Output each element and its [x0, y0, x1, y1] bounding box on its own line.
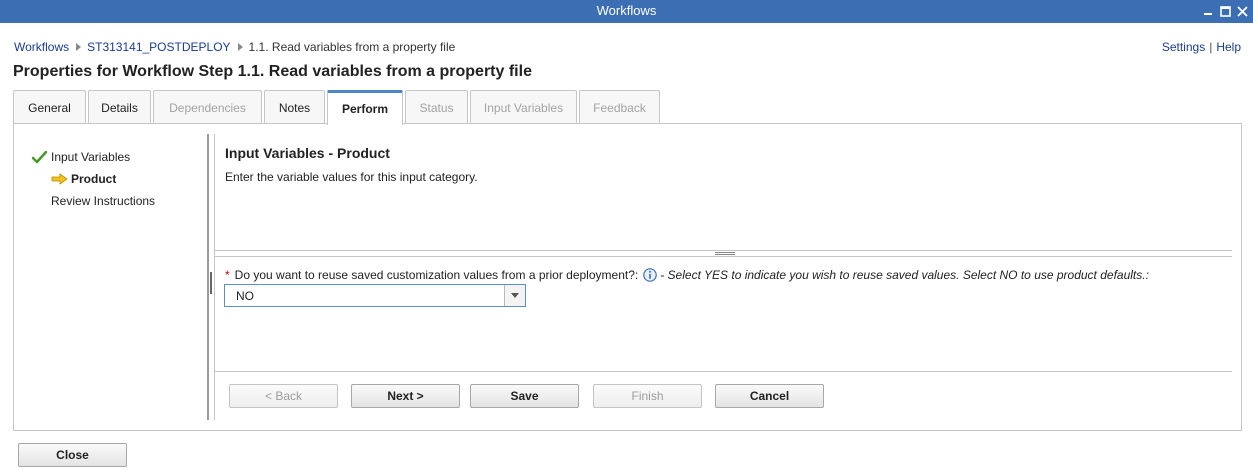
checkmark-icon	[30, 150, 48, 164]
tab-notes[interactable]: Notes	[264, 90, 325, 124]
link-separator: |	[1209, 40, 1213, 54]
back-button: < Back	[229, 384, 338, 408]
window-controls	[1201, 2, 1249, 20]
step-label: Review Instructions	[51, 194, 156, 208]
section-title: Input Variables - Product	[225, 145, 390, 161]
step-product[interactable]: Product	[30, 168, 155, 190]
required-marker: *	[225, 268, 230, 282]
breadcrumb-workflow-link[interactable]: ST313141_POSTDEPLOY	[87, 40, 230, 54]
top-links: Settings | Help	[1162, 40, 1241, 54]
horizontal-splitter[interactable]	[215, 250, 1232, 257]
chevron-right-icon	[237, 43, 243, 51]
tab-details[interactable]: Details	[88, 90, 151, 124]
settings-link[interactable]: Settings	[1162, 40, 1205, 54]
minimize-icon[interactable]	[1201, 2, 1215, 20]
step-navigation: Input Variables Product Review Instructi…	[30, 146, 155, 212]
info-icon[interactable]	[643, 268, 658, 282]
close-button[interactable]: Close	[18, 443, 127, 467]
step-label: Input Variables	[51, 150, 131, 164]
arrow-right-icon	[50, 172, 68, 186]
chevron-right-icon	[76, 43, 82, 51]
save-button[interactable]: Save	[470, 384, 579, 408]
window-titlebar: Workflows	[0, 0, 1253, 23]
splitter-grip-icon	[715, 252, 735, 255]
maximize-icon[interactable]	[1218, 2, 1232, 20]
button-bar-divider	[215, 371, 1232, 372]
tab-bar: General Details Dependencies Notes Perfo…	[13, 90, 662, 125]
close-icon[interactable]	[1235, 2, 1249, 20]
step-label: Product	[71, 172, 117, 186]
tab-feedback: Feedback	[579, 90, 660, 124]
tab-perform[interactable]: Perform	[327, 90, 403, 125]
breadcrumb-workflows-link[interactable]: Workflows	[14, 40, 69, 54]
section-description: Enter the variable values for this input…	[225, 170, 478, 184]
splitter-divider	[214, 134, 215, 420]
tab-general[interactable]: General	[13, 90, 86, 124]
splitter-left	[207, 134, 209, 420]
question-label: Do you want to reuse saved customization…	[234, 268, 639, 282]
step-input-variables[interactable]: Input Variables	[30, 146, 155, 168]
page-title: Properties for Workflow Step 1.1. Read v…	[13, 63, 532, 80]
step-review-instructions[interactable]: Review Instructions	[30, 190, 155, 212]
question-hint: - Select YES to indicate you wish to reu…	[660, 268, 1149, 282]
next-button[interactable]: Next >	[351, 384, 460, 408]
finish-button: Finish	[593, 384, 702, 408]
breadcrumb: Workflows ST313141_POSTDEPLOY 1.1. Read …	[14, 40, 455, 54]
help-link[interactable]: Help	[1216, 40, 1241, 54]
cancel-button[interactable]: Cancel	[715, 384, 824, 408]
reuse-values-question: * Do you want to reuse saved customizati…	[225, 268, 1149, 282]
chevron-down-icon[interactable]	[504, 285, 525, 306]
perform-panel: Input Variables Product Review Instructi…	[13, 123, 1242, 431]
tab-dependencies: Dependencies	[153, 90, 262, 124]
tab-input-variables: Input Variables	[470, 90, 577, 124]
reuse-values-select[interactable]: NO	[224, 284, 526, 307]
window-title: Workflows	[596, 3, 657, 18]
reuse-values-select-value[interactable]: NO	[225, 285, 504, 306]
tab-status: Status	[405, 90, 468, 124]
splitter-handle[interactable]	[210, 272, 212, 294]
breadcrumb-current: 1.1. Read variables from a property file	[248, 40, 456, 54]
